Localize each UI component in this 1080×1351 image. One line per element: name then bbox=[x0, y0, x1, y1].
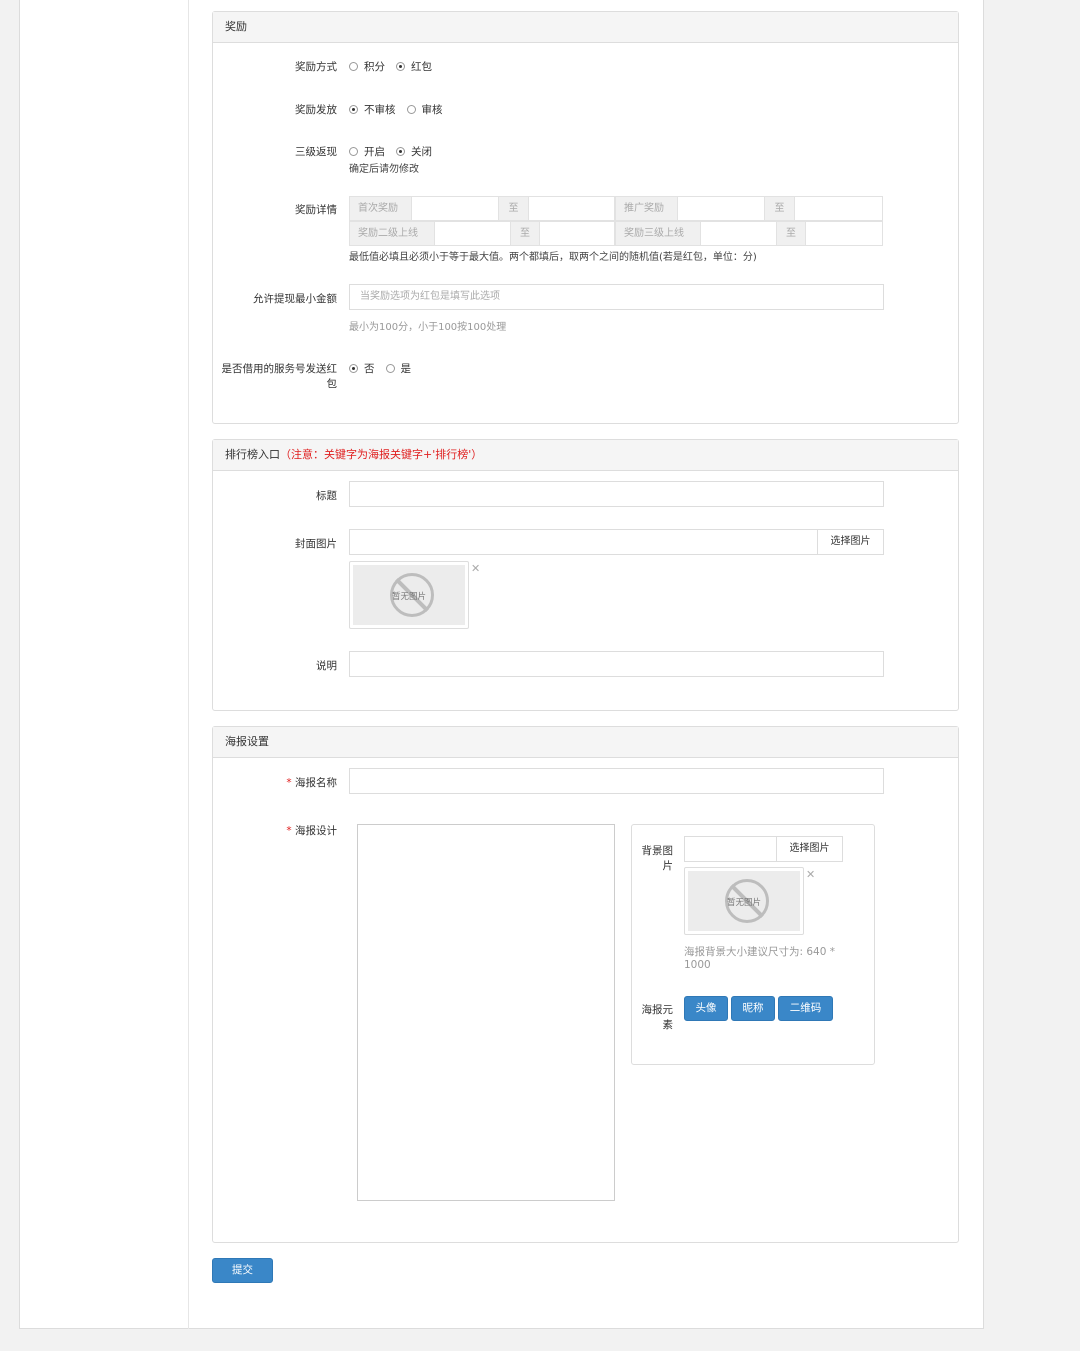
bg-image-input[interactable] bbox=[684, 836, 777, 862]
remove-image-icon[interactable]: ✕ bbox=[471, 562, 480, 575]
elements-label-line1: 海报元 bbox=[641, 1004, 674, 1016]
radio-option[interactable]: 否 bbox=[349, 361, 375, 376]
avatar-element-button[interactable]: 头像 bbox=[684, 996, 728, 1021]
submit-button[interactable]: 提交 bbox=[212, 1258, 273, 1283]
panel-title: 排行榜入口（注意：关键字为海报关键字+'排行榜'） bbox=[213, 440, 958, 471]
bg-size-help-line1: 海报背景大小建议尺寸为: 640 * bbox=[684, 946, 836, 958]
to-addon: 至 bbox=[510, 221, 540, 246]
radio-icon[interactable] bbox=[385, 364, 395, 373]
poster-design-label: * 海报设计 bbox=[286, 825, 337, 837]
cover-input[interactable] bbox=[349, 529, 818, 555]
bg-image-label-line1: 背景图 bbox=[641, 845, 674, 857]
reward-details-label: 奖励详情 bbox=[295, 204, 337, 216]
bg-thumbnail: 暂无图片 bbox=[684, 867, 804, 935]
no-image-text: 暂无图片 bbox=[726, 898, 761, 908]
min-withdraw-label: 允许提现最小金额 bbox=[253, 293, 337, 305]
required-mark: * bbox=[286, 825, 292, 837]
promo-reward-max-input[interactable] bbox=[794, 196, 883, 221]
cover-label: 封面图片 bbox=[295, 538, 337, 550]
reward-issue-radios: 不审核 审核 bbox=[349, 102, 454, 117]
radio-option[interactable]: 红包 bbox=[396, 59, 432, 74]
ranking-title-label: 标题 bbox=[316, 490, 337, 502]
radio-icon[interactable] bbox=[396, 147, 405, 156]
level3-max-input[interactable] bbox=[805, 221, 883, 246]
three-level-label: 三级返现 bbox=[295, 146, 337, 158]
radio-icon[interactable] bbox=[349, 147, 358, 156]
radio-option[interactable]: 积分 bbox=[349, 59, 385, 74]
poster-canvas[interactable] bbox=[357, 824, 615, 1201]
level2-min-input[interactable] bbox=[434, 221, 511, 246]
borrow-service-label-line1: 是否借用的服务号发送红 bbox=[221, 363, 338, 375]
radio-icon[interactable] bbox=[406, 105, 416, 114]
reward-method-radios: 积分 红包 bbox=[349, 59, 443, 74]
poster-name-input[interactable] bbox=[349, 768, 884, 794]
min-withdraw-help: 最小为100分，小于100按100处理 bbox=[349, 322, 507, 333]
reward-method-label: 奖励方式 bbox=[295, 61, 337, 73]
reward-issue-label: 奖励发放 bbox=[295, 104, 337, 116]
remove-image-icon[interactable]: ✕ bbox=[806, 868, 815, 881]
qrcode-element-button[interactable]: 二维码 bbox=[778, 996, 833, 1021]
ranking-desc-input[interactable] bbox=[349, 651, 884, 677]
radio-icon[interactable] bbox=[349, 62, 358, 71]
bg-choose-image-button[interactable]: 选择图片 bbox=[776, 836, 843, 862]
three-level-radios: 开启 关闭 bbox=[349, 144, 443, 159]
bg-size-help-line2: 1000 bbox=[684, 959, 711, 971]
level3-min-input[interactable] bbox=[700, 221, 777, 246]
radio-icon[interactable] bbox=[396, 62, 405, 71]
ranking-title-input[interactable] bbox=[349, 481, 884, 507]
no-image-text: 暂无图片 bbox=[391, 592, 426, 602]
reward-details-help: 最低值必填且必须小于等于最大值。两个都填后，取两个之间的随机值(若是红包，单位：… bbox=[349, 252, 757, 263]
three-level-help: 确定后请勿修改 bbox=[349, 164, 419, 175]
radio-option[interactable]: 不审核 bbox=[349, 102, 396, 117]
first-reward-max-input[interactable] bbox=[528, 196, 615, 221]
radio-option[interactable]: 开启 bbox=[349, 144, 385, 159]
borrow-service-label-line2: 包 bbox=[326, 378, 338, 390]
to-addon: 至 bbox=[776, 221, 806, 246]
radio-option[interactable]: 是 bbox=[385, 361, 411, 376]
panel-title: 奖励 bbox=[213, 12, 958, 43]
radio-option[interactable]: 关闭 bbox=[396, 144, 432, 159]
sidebar-divider bbox=[188, 0, 189, 1329]
radio-icon[interactable] bbox=[349, 364, 358, 373]
poster-name-label: * 海报名称 bbox=[286, 777, 337, 789]
cover-thumbnail: 暂无图片 bbox=[349, 561, 469, 629]
ranking-desc-label: 说明 bbox=[316, 660, 337, 672]
borrow-service-radios: 否 是 bbox=[349, 361, 422, 376]
radio-icon[interactable] bbox=[349, 105, 358, 114]
required-mark: * bbox=[286, 777, 292, 789]
min-withdraw-input[interactable]: 当奖励选项为红包是填写此选项 bbox=[349, 284, 884, 310]
panel-title: 海报设置 bbox=[213, 727, 958, 758]
to-addon: 至 bbox=[764, 196, 795, 221]
bg-image-label-line2: 片 bbox=[662, 860, 674, 872]
choose-image-button[interactable]: 选择图片 bbox=[817, 529, 884, 555]
promo-reward-min-input[interactable] bbox=[677, 196, 765, 221]
nickname-element-button[interactable]: 昵称 bbox=[731, 996, 775, 1021]
first-reward-min-input[interactable] bbox=[411, 196, 499, 221]
promo-reward-addon: 推广奖励 bbox=[615, 196, 678, 221]
elements-label-line2: 素 bbox=[662, 1019, 674, 1031]
first-reward-addon: 首次奖励 bbox=[349, 196, 412, 221]
level3-addon: 奖励三级上线 bbox=[615, 221, 701, 246]
level2-addon: 奖励二级上线 bbox=[349, 221, 435, 246]
radio-option[interactable]: 审核 bbox=[406, 102, 443, 117]
to-addon: 至 bbox=[498, 196, 529, 221]
level2-max-input[interactable] bbox=[539, 221, 615, 246]
ranking-note: （注意：关键字为海报关键字+'排行榜'） bbox=[280, 448, 483, 461]
